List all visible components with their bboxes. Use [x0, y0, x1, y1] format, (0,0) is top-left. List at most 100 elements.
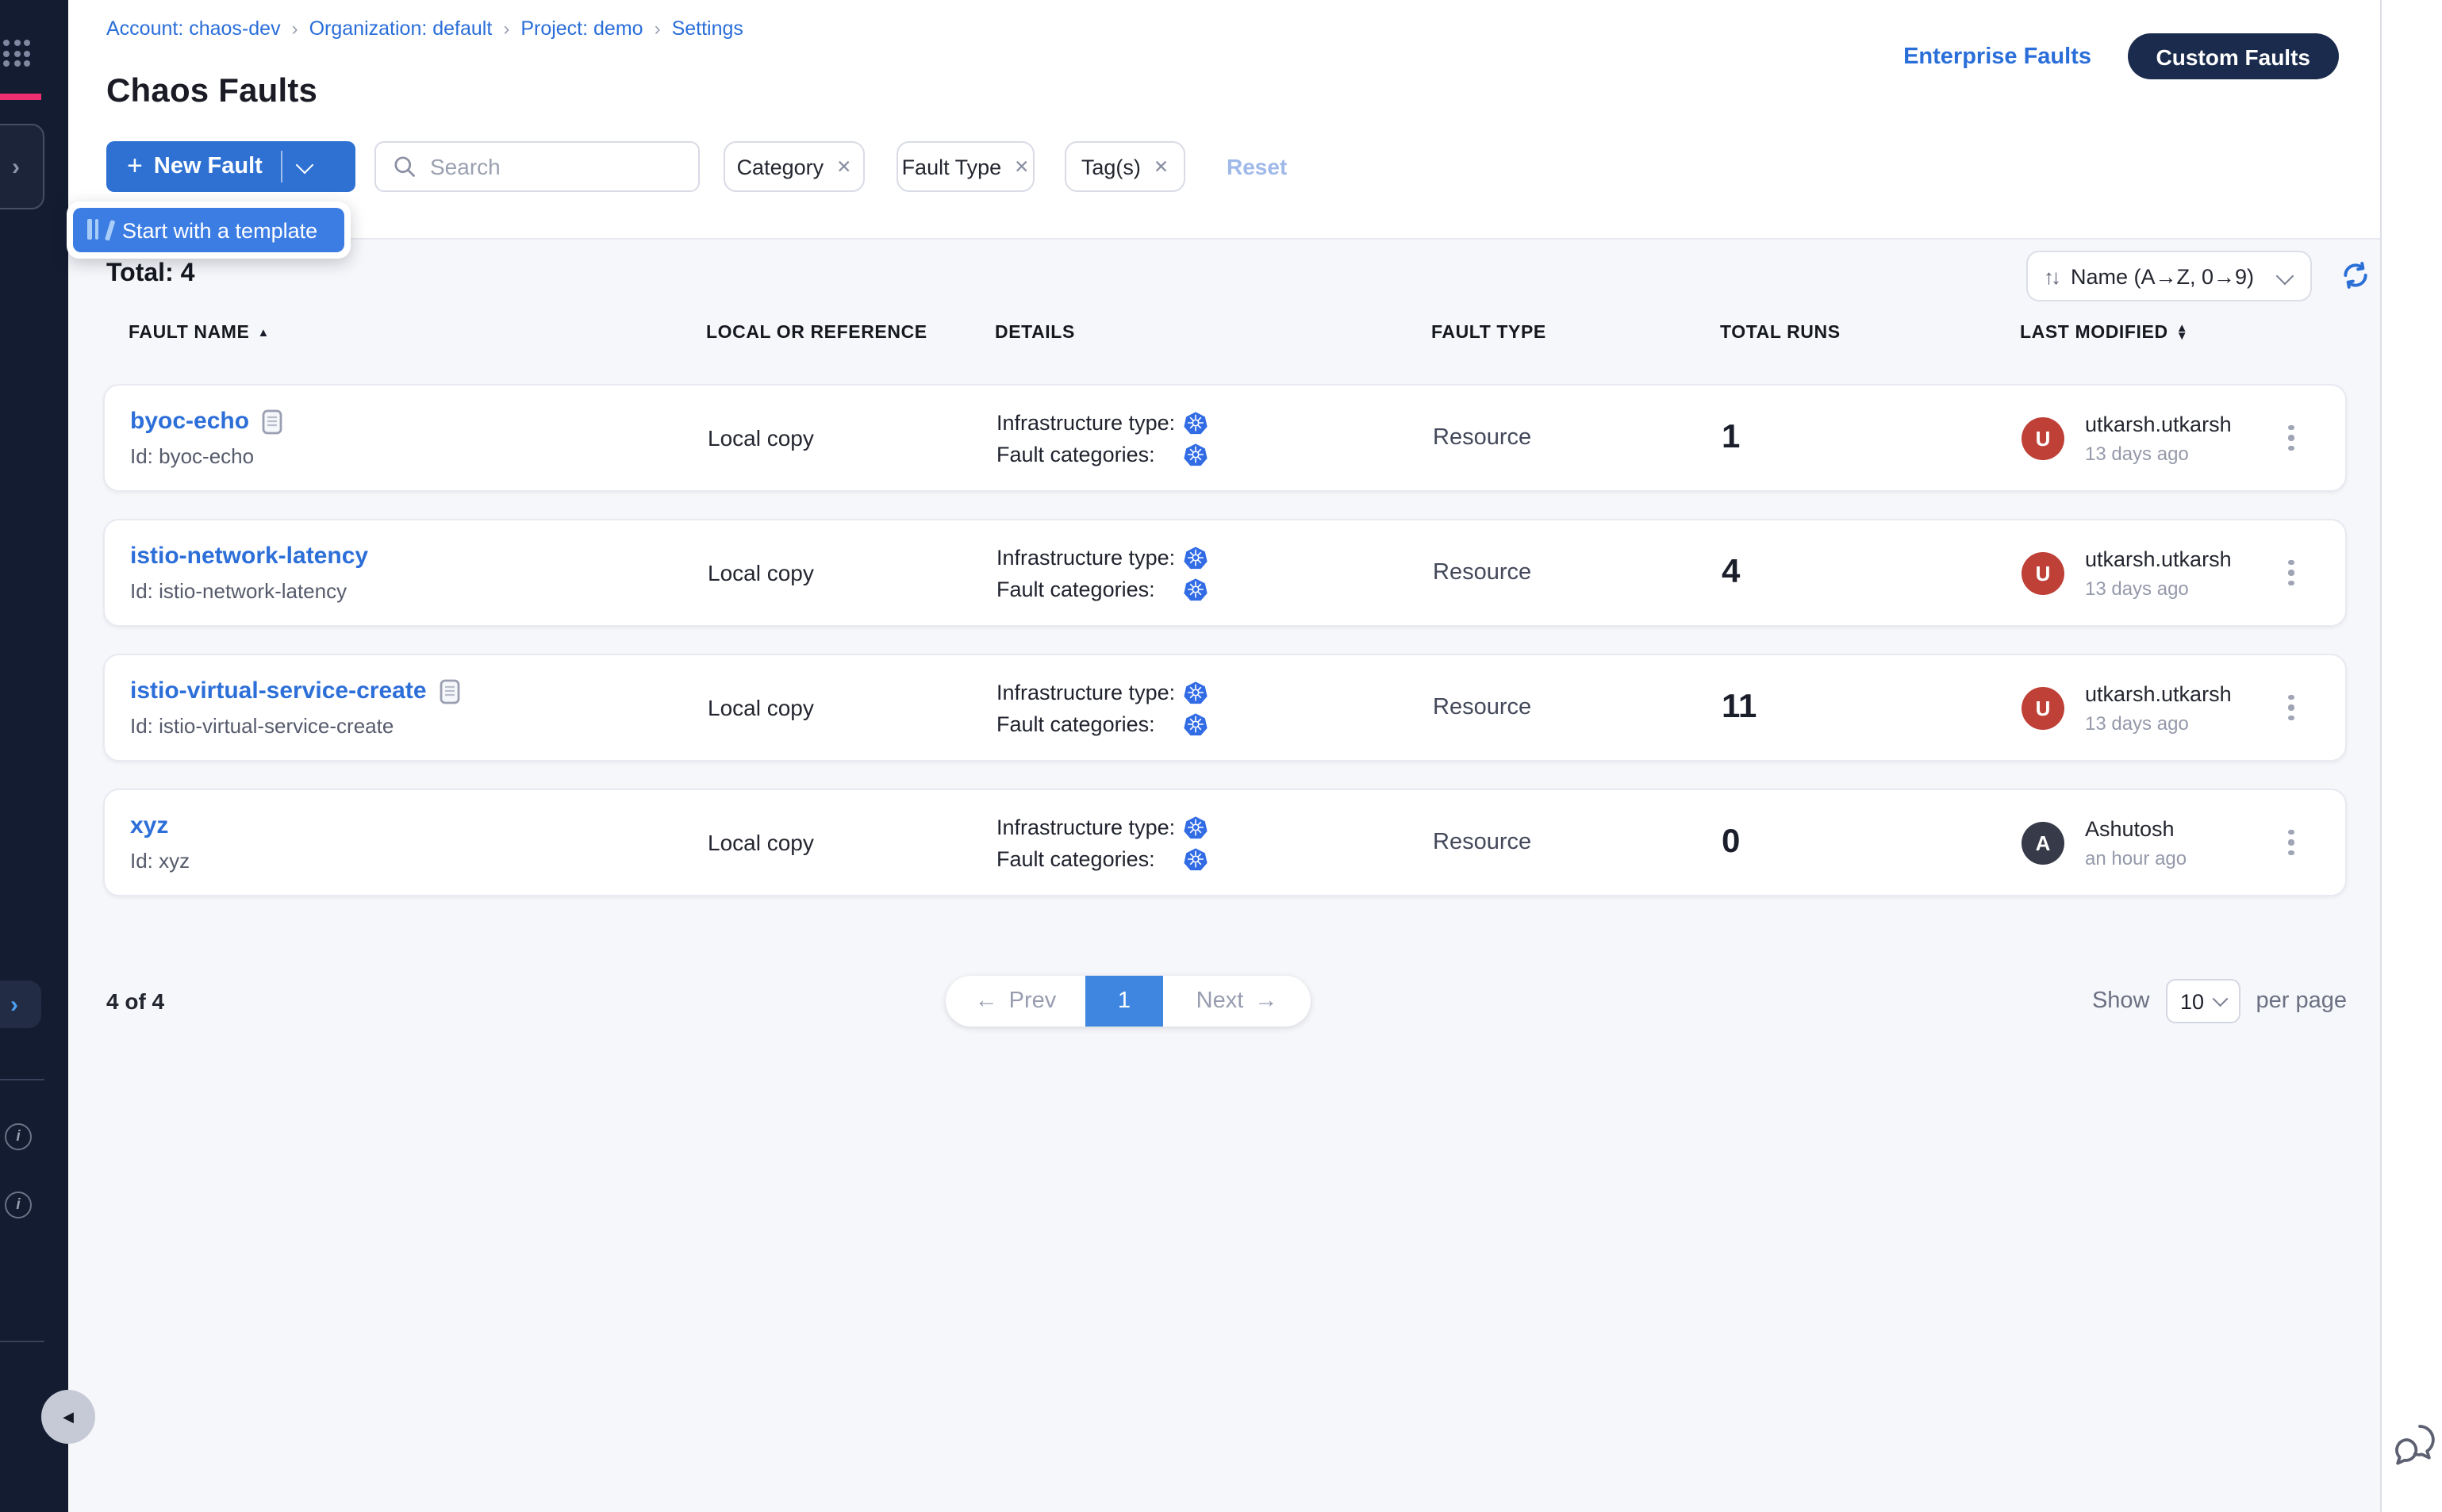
copy-id-icon[interactable]: [262, 409, 282, 434]
filter-chip-category[interactable]: Category ✕: [724, 141, 865, 192]
refresh-icon: [2340, 260, 2371, 290]
chevron-right-icon: ›: [12, 155, 20, 178]
row-menu-kebab[interactable]: [2283, 823, 2301, 862]
page-header: Account: chaos-dev › Organization: defau…: [68, 0, 2380, 114]
help-icon[interactable]: i: [5, 1192, 32, 1218]
search-box: [374, 141, 700, 192]
kubernetes-icon: [1184, 577, 1208, 601]
toolbar: + New Fault Start with a template Ca: [68, 113, 2380, 240]
column-label: DETAILS: [995, 324, 1075, 343]
start-with-template-menu-item[interactable]: Start with a template: [73, 208, 344, 252]
modified-by: Ashutosh: [2085, 816, 2187, 840]
column-last-modified[interactable]: LAST MODIFIED ▲▼: [2020, 324, 2264, 343]
button-divider: [282, 151, 283, 182]
fault-name-link[interactable]: byoc-echo: [130, 408, 249, 435]
fault-name-link[interactable]: istio-virtual-service-create: [130, 677, 427, 704]
info-icon[interactable]: i: [5, 1123, 32, 1150]
column-fault-name[interactable]: FAULT NAME ▲: [129, 324, 706, 343]
row-menu-kebab[interactable]: [2283, 554, 2301, 593]
sort-asc-icon: ▲: [258, 328, 270, 340]
avatar: U: [2022, 686, 2064, 729]
row-menu-kebab[interactable]: [2283, 419, 2301, 458]
fault-type-value: Resource: [1433, 425, 1722, 451]
modified-by: utkarsh.utkarsh: [2085, 681, 2232, 705]
search-input[interactable]: [427, 152, 698, 181]
close-icon[interactable]: ✕: [836, 155, 851, 178]
local-or-reference-value: Local copy: [708, 695, 996, 720]
column-label: FAULT NAME: [129, 324, 250, 343]
total-count: Total: 4: [106, 260, 194, 289]
infrastructure-type-label: Infrastructure type:: [996, 410, 1184, 434]
table-row: xyz Id: xyz Local copy Infrastructure ty…: [103, 789, 2347, 896]
nav-expand-panel[interactable]: ›: [0, 124, 44, 209]
kubernetes-icon: [1184, 846, 1208, 870]
sidebar-expand-button[interactable]: ›: [0, 980, 41, 1028]
fault-name-link[interactable]: xyz: [130, 812, 168, 839]
column-details: DETAILS: [995, 324, 1431, 343]
breadcrumb-link-project[interactable]: Project: demo: [520, 17, 643, 40]
arrow-right-icon: →: [1254, 988, 1277, 1014]
row-menu-kebab[interactable]: [2283, 689, 2301, 727]
chevron-down-icon: [2276, 267, 2294, 286]
infrastructure-type-label: Infrastructure type:: [996, 815, 1184, 839]
fault-id: Id: byoc-echo: [130, 444, 708, 468]
custom-faults-button[interactable]: Custom Faults: [2128, 33, 2339, 79]
sidebar-divider: [0, 1341, 44, 1342]
infrastructure-type-label: Infrastructure type:: [996, 545, 1184, 569]
breadcrumb-link-account[interactable]: Account: chaos-dev: [106, 17, 281, 40]
fault-name-link[interactable]: istio-network-latency: [130, 543, 368, 570]
prev-page-button[interactable]: ← Prev: [946, 976, 1085, 1027]
plus-icon: +: [127, 151, 143, 182]
prev-label: Prev: [1009, 988, 1057, 1014]
filter-chip-fault-type[interactable]: Fault Type ✕: [897, 141, 1035, 192]
total-runs-value: 4: [1722, 554, 2022, 592]
sort-arrows-icon: ↑↓: [2044, 264, 2058, 288]
next-page-button[interactable]: Next →: [1163, 976, 1311, 1027]
column-total-runs: TOTAL RUNS: [1720, 324, 2020, 343]
breadcrumb-link-settings[interactable]: Settings: [672, 17, 743, 40]
copy-id-icon[interactable]: [440, 678, 460, 704]
support-chat-icon[interactable]: [2391, 1422, 2442, 1483]
chevron-down-icon[interactable]: [297, 155, 315, 174]
column-label: FAULT TYPE: [1431, 324, 1546, 343]
page-number-button[interactable]: 1: [1085, 976, 1163, 1027]
close-icon[interactable]: ✕: [1014, 155, 1029, 178]
sidebar-collapse-handle[interactable]: ◀: [41, 1390, 95, 1444]
fault-type-value: Resource: [1433, 560, 1722, 585]
left-nav-sidebar: › › i i: [0, 0, 68, 1512]
column-label: LAST MODIFIED: [2020, 324, 2168, 343]
modified-time: 13 days ago: [2085, 577, 2232, 599]
arrow-left-icon: ←: [975, 988, 998, 1014]
new-fault-button[interactable]: + New Fault: [106, 141, 355, 192]
template-library-icon: [87, 219, 111, 241]
page-size-select[interactable]: 10: [2166, 979, 2240, 1023]
column-label: LOCAL OR REFERENCE: [706, 324, 927, 343]
kubernetes-icon: [1184, 545, 1208, 569]
show-label: Show: [2092, 988, 2150, 1014]
reset-filters-link[interactable]: Reset: [1227, 141, 1287, 192]
breadcrumb-separator: ›: [503, 17, 509, 40]
kubernetes-icon: [1184, 410, 1208, 434]
filter-chip-tags[interactable]: Tag(s) ✕: [1065, 141, 1185, 192]
right-rail: [2380, 0, 2442, 1512]
app-window: › › i i ◀ Account: chaos-dev › Organizat…: [0, 0, 2442, 1512]
breadcrumb: Account: chaos-dev › Organization: defau…: [106, 17, 743, 40]
pagination-range: 4 of 4: [106, 988, 164, 1014]
fault-type-value: Resource: [1433, 695, 1722, 720]
column-local-or-reference: LOCAL OR REFERENCE: [706, 324, 995, 343]
avatar: U: [2022, 416, 2064, 459]
sort-dropdown[interactable]: ↑↓ Name (A→Z, 0→9): [2026, 251, 2312, 301]
main-content: Account: chaos-dev › Organization: defau…: [68, 0, 2380, 1512]
pagination: ← Prev 1 Next →: [946, 976, 1311, 1027]
table-row: istio-network-latency Id: istio-network-…: [103, 519, 2347, 627]
new-fault-label: New Fault: [154, 154, 263, 179]
enterprise-faults-link[interactable]: Enterprise Faults: [1903, 44, 2091, 70]
sidebar-divider: [0, 1079, 44, 1080]
table-header-row: FAULT NAME ▲ LOCAL OR REFERENCE DETAILS …: [103, 324, 2347, 343]
breadcrumb-link-organization[interactable]: Organization: default: [309, 17, 493, 40]
refresh-button[interactable]: [2340, 260, 2371, 298]
close-icon[interactable]: ✕: [1154, 155, 1169, 178]
total-runs-value: 11: [1722, 689, 2022, 727]
fault-id: Id: istio-network-latency: [130, 579, 708, 603]
app-switcher-grid-icon[interactable]: [3, 40, 30, 67]
